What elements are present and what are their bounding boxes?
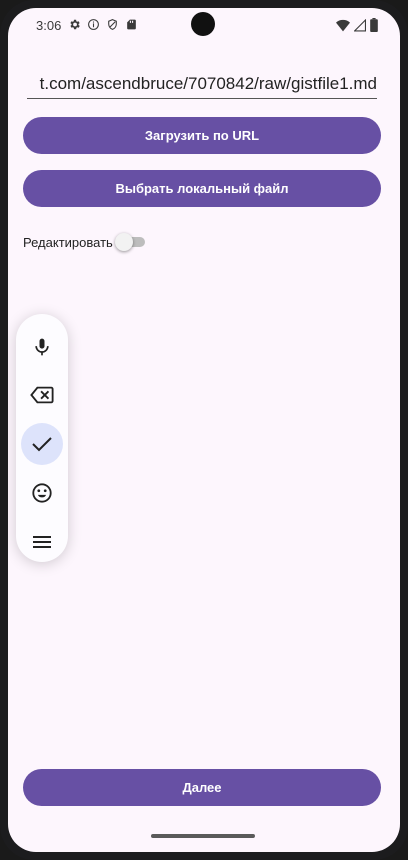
- phone-frame: 3:06 t.com/ascendbruce/7070842/raw/gistf…: [0, 0, 408, 860]
- edit-toggle-row: Редактировать: [23, 232, 147, 252]
- app-screen: 3:06 t.com/ascendbruce/7070842/raw/gistf…: [8, 8, 400, 852]
- gesture-nav-bar[interactable]: [151, 834, 255, 838]
- wifi-icon: [336, 19, 350, 32]
- next-button[interactable]: Далее: [23, 769, 381, 806]
- choose-local-file-button[interactable]: Выбрать локальный файл: [23, 170, 381, 207]
- edit-toggle-knob: [114, 233, 133, 251]
- check-icon[interactable]: [21, 423, 63, 465]
- shield-icon: [106, 18, 119, 31]
- settings-icon: [68, 18, 81, 31]
- status-bar: 3:06: [8, 8, 400, 44]
- edit-toggle-switch[interactable]: [114, 233, 147, 251]
- mic-icon[interactable]: [21, 326, 63, 368]
- signal-icon: [354, 18, 366, 32]
- info-icon: [87, 18, 100, 31]
- url-field[interactable]: t.com/ascendbruce/7070842/raw/gistfile1.…: [27, 72, 377, 99]
- load-url-button[interactable]: Загрузить по URL: [23, 117, 381, 154]
- status-right-icons: [336, 18, 378, 32]
- edit-toggle-label: Редактировать: [23, 234, 113, 250]
- sd-card-icon: [125, 18, 138, 31]
- emoji-icon[interactable]: [21, 472, 63, 514]
- front-camera: [191, 12, 215, 36]
- backspace-icon[interactable]: [21, 374, 63, 416]
- floating-keyboard-toolbar: [16, 314, 68, 562]
- status-left-icons: [68, 18, 138, 31]
- status-time: 3:06: [36, 18, 62, 33]
- url-field-value: t.com/ascendbruce/7070842/raw/gistfile1.…: [39, 74, 377, 93]
- menu-icon[interactable]: [21, 521, 63, 563]
- battery-icon: [370, 18, 378, 32]
